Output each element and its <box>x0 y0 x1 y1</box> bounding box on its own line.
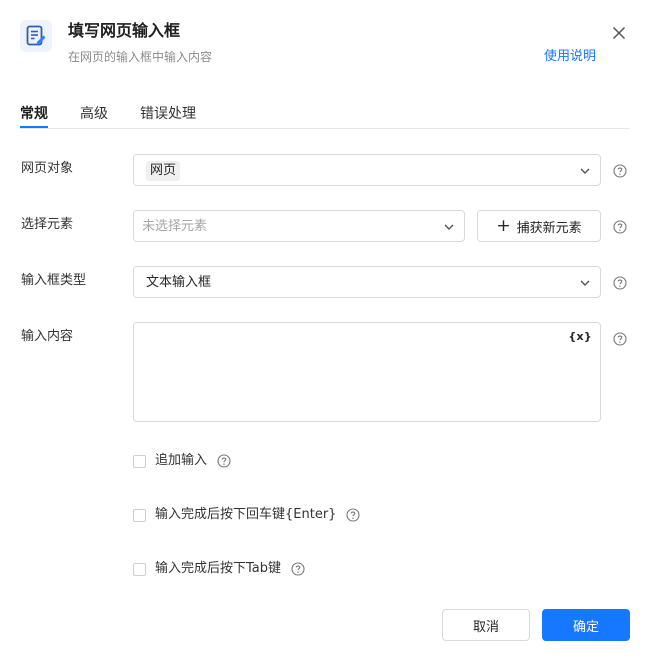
help-icon[interactable] <box>613 332 627 346</box>
web-object-label: 网页对象 <box>21 161 74 176</box>
press-enter-option: 输入完成后按下回车键{Enter} <box>133 505 360 525</box>
tab-bar: 常规 高级 错误处理 <box>20 100 630 129</box>
input-type-select[interactable]: 文本输入框 <box>133 266 601 298</box>
input-content-label: 输入内容 <box>21 329 74 344</box>
input-type-label: 输入框类型 <box>21 273 87 288</box>
help-icon[interactable] <box>217 454 231 468</box>
help-icon[interactable] <box>346 508 360 522</box>
dialog-title: 填写网页输入框 <box>68 21 181 40</box>
plus-icon: + <box>496 216 511 236</box>
select-element-select[interactable]: 未选择元素 <box>133 210 465 242</box>
tab-error-handling[interactable]: 错误处理 <box>140 104 196 124</box>
help-icon[interactable] <box>291 562 305 576</box>
press-tab-checkbox[interactable] <box>133 562 146 576</box>
press-tab-label[interactable]: 输入完成后按下Tab键 <box>155 560 281 578</box>
help-link[interactable]: 使用说明 <box>544 48 596 66</box>
capture-new-element-button[interactable]: + 捕获新元素 <box>477 210 601 242</box>
append-input-option: 追加输入 <box>133 451 231 471</box>
active-tab-indicator <box>20 126 48 128</box>
help-icon[interactable] <box>613 276 627 290</box>
chevron-down-icon <box>580 168 590 174</box>
capture-new-element-label: 捕获新元素 <box>516 220 582 236</box>
append-input-checkbox[interactable] <box>133 454 146 468</box>
web-object-value: 网页 <box>146 161 181 181</box>
select-element-label: 选择元素 <box>21 217 74 232</box>
cancel-button[interactable]: 取消 <box>442 609 530 641</box>
web-object-select[interactable]: 网页 <box>133 154 601 186</box>
help-icon[interactable] <box>613 220 627 234</box>
chevron-down-icon <box>444 224 454 230</box>
press-enter-label[interactable]: 输入完成后按下回车键{Enter} <box>155 506 336 524</box>
tab-advanced[interactable]: 高级 <box>80 104 108 124</box>
append-input-label[interactable]: 追加输入 <box>155 452 207 470</box>
edit-document-icon <box>20 20 52 52</box>
input-type-value: 文本输入框 <box>146 275 212 290</box>
input-content-textarea[interactable]: {x} <box>133 322 601 422</box>
press-tab-option: 输入完成后按下Tab键 <box>133 559 305 579</box>
press-enter-checkbox[interactable] <box>133 508 146 522</box>
insert-variable-button[interactable]: {x} <box>568 330 592 343</box>
help-icon[interactable] <box>613 164 627 178</box>
chevron-down-icon <box>580 280 590 286</box>
fill-web-input-dialog: 填写网页输入框 在网页的输入框中输入内容 使用说明 常规 高级 错误处理 网页对… <box>0 0 650 662</box>
tab-general[interactable]: 常规 <box>20 104 48 124</box>
confirm-button[interactable]: 确定 <box>542 609 630 641</box>
close-icon[interactable] <box>610 24 628 42</box>
dialog-subtitle: 在网页的输入框中输入内容 <box>68 50 213 64</box>
select-element-placeholder: 未选择元素 <box>142 219 208 234</box>
